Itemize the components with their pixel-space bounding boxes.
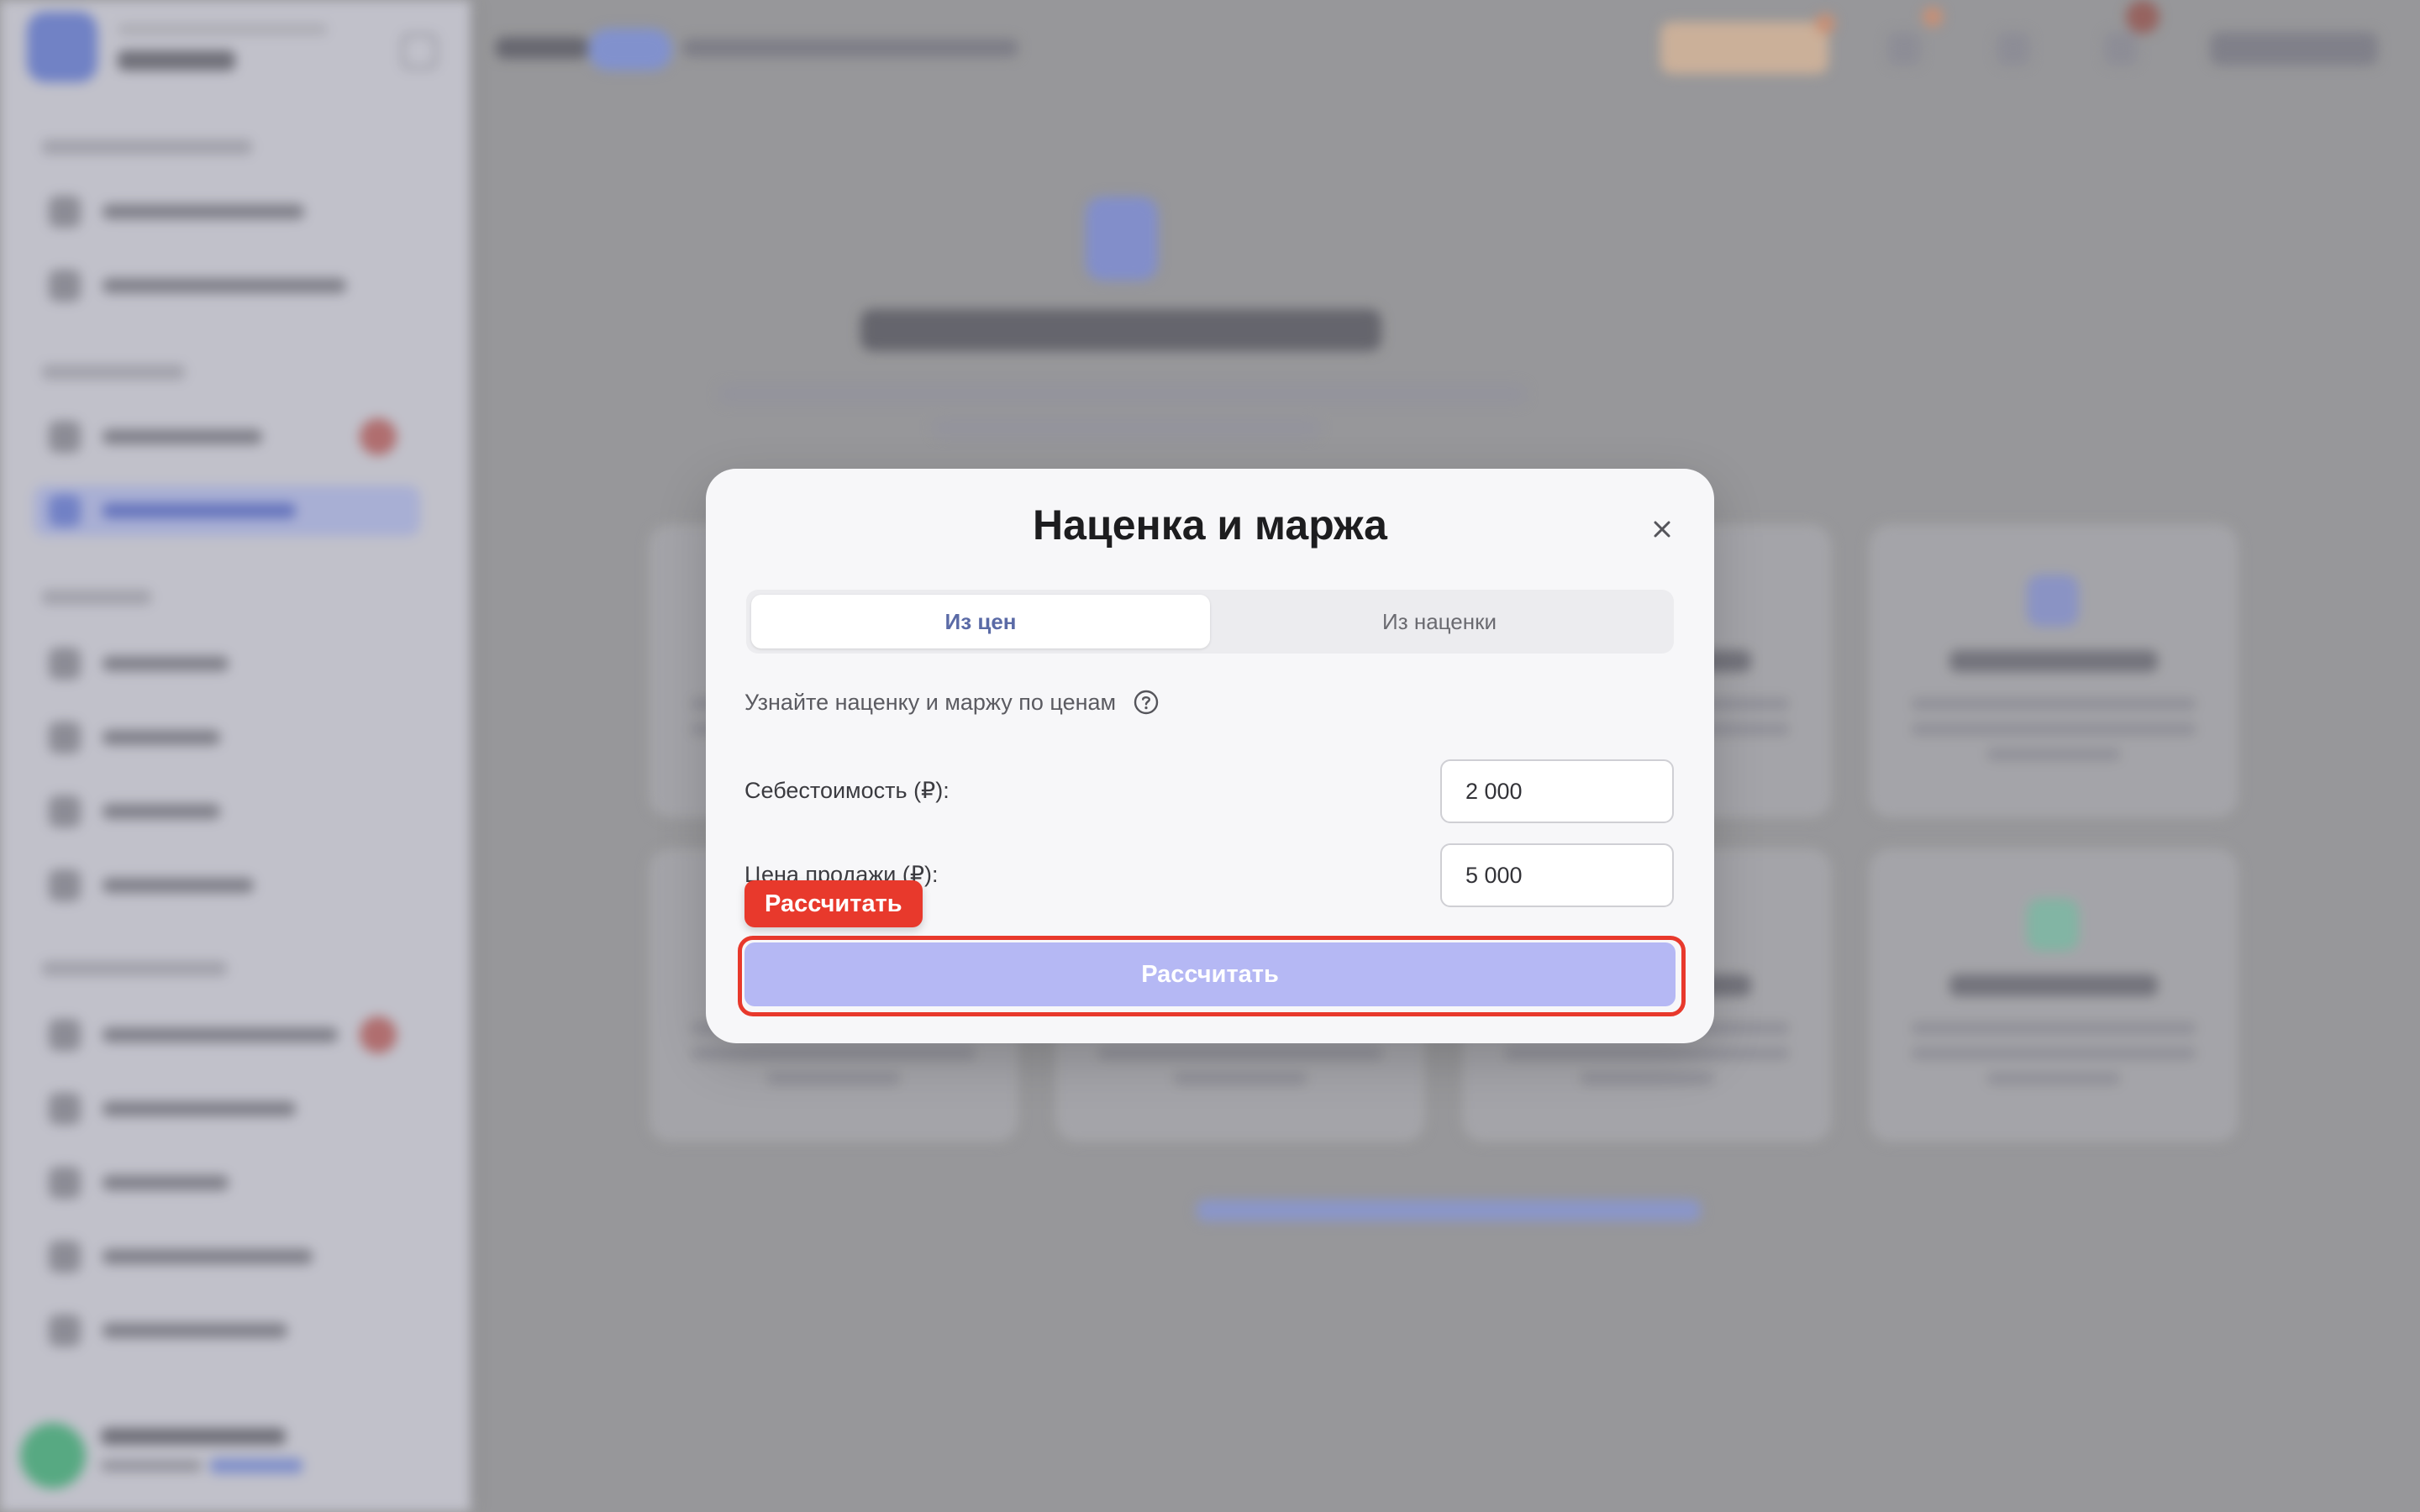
cost-label: Себестоимость (₽): [744,778,950,803]
tab-from-markup[interactable]: Из наценки [1210,595,1669,648]
markup-margin-modal: Наценка и маржа Из цен Из наценки Узнайт… [706,469,1714,1043]
close-button[interactable] [1642,509,1682,549]
cost-input[interactable] [1440,759,1674,823]
annotation-label: Рассчитать [744,880,923,927]
mode-tabs: Из цен Из наценки [746,590,1674,654]
close-icon [1642,509,1682,549]
sale-price-input[interactable] [1440,843,1674,907]
hint-row: Узнайте наценку и маржу по ценам [744,689,1160,716]
tab-from-prices[interactable]: Из цен [751,595,1210,648]
hint-text: Узнайте наценку и маржу по ценам [744,689,1117,715]
help-circle-icon[interactable] [1133,689,1160,716]
modal-title: Наценка и маржа [1033,501,1387,549]
calculate-button[interactable]: Рассчитать [744,942,1676,1006]
